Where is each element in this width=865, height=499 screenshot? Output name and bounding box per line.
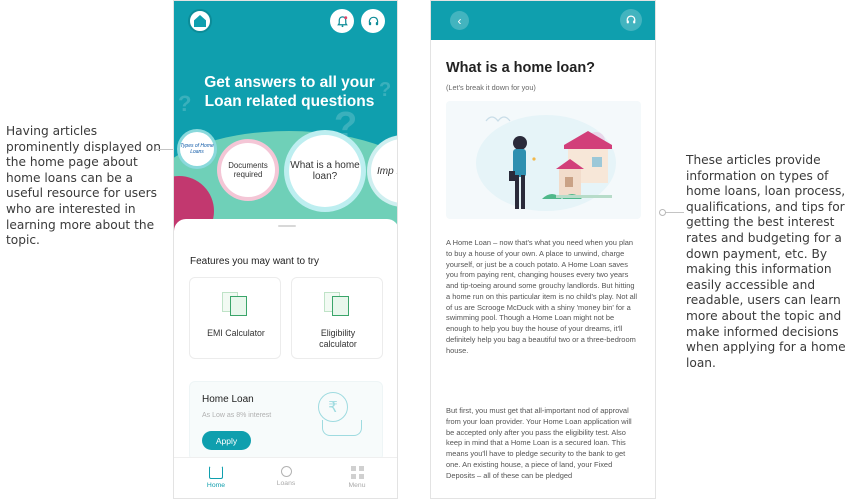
support-button[interactable] — [620, 9, 642, 31]
article-topbar: ‹ — [431, 1, 655, 40]
home-screen: ? ? ? Get answers to all your Loan relat… — [173, 0, 398, 499]
apply-button[interactable]: Apply — [202, 431, 251, 450]
hero-section: ? ? ? Get answers to all your Loan relat… — [174, 1, 397, 236]
right-connector — [664, 212, 684, 213]
support-button[interactable] — [361, 9, 385, 33]
topic-bubble-what-is-a-home-loan[interactable]: What is a home loan? — [289, 135, 361, 207]
right-connector-dot — [659, 209, 666, 216]
article-title: What is a home loan? — [446, 60, 596, 76]
chevron-left-icon: ‹ — [457, 13, 462, 28]
features-title: Features you may want to try — [190, 256, 319, 267]
home-icon — [209, 466, 223, 479]
right-annotation: These articles provide information on ty… — [686, 153, 846, 370]
nav-home[interactable]: Home — [186, 463, 246, 489]
hero-title: Get answers to all your Loan related que… — [204, 74, 375, 110]
back-button[interactable]: ‹ — [450, 11, 469, 30]
eligibility-calculator-card[interactable]: Eligibility calculator — [291, 277, 383, 359]
loan-card-subtitle: As Low as 8% interest — [202, 412, 272, 419]
sheet-handle[interactable] — [278, 225, 296, 227]
bell-icon — [336, 15, 348, 27]
nav-label: Loans — [276, 480, 296, 487]
hand-icon — [322, 420, 362, 436]
app-logo[interactable] — [188, 9, 212, 33]
feature-label: Eligibility calculator — [319, 328, 357, 349]
emi-calculator-card[interactable]: EMI Calculator — [189, 277, 281, 359]
notification-button[interactable] — [330, 9, 354, 33]
left-annotation: Having articles prominently displayed on… — [6, 124, 161, 248]
grid-icon — [350, 466, 364, 479]
loans-icon — [280, 466, 292, 477]
article-paragraph: A Home Loan – now that's what you need w… — [446, 238, 638, 355]
nav-label: Home — [206, 482, 226, 489]
topic-bubble-types-of-home-loans[interactable]: Types of Home Loans — [180, 132, 214, 166]
woman-with-house-illustration — [476, 115, 616, 211]
rupee-icon: ₹ — [318, 392, 348, 422]
article-screen: ‹ What is a home loan? (Let's break it d… — [430, 0, 656, 499]
nav-menu[interactable]: Menu — [327, 463, 387, 489]
bottom-navigation: Home Loans Menu — [174, 457, 397, 498]
home-loan-card[interactable]: Home Loan As Low as 8% interest Apply ₹ — [189, 381, 383, 461]
headset-icon — [368, 16, 378, 25]
features-sheet: Features you may want to try EMI Calcula… — [174, 219, 397, 461]
home-loan-illustration — [446, 101, 641, 219]
house-icon — [194, 15, 206, 27]
nav-loans[interactable]: Loans — [256, 463, 316, 487]
question-mark-decoration: ? — [178, 91, 192, 116]
article-subtitle: (Let's break it down for you) — [446, 83, 536, 92]
calculator-icon — [324, 292, 350, 316]
article-paragraph: But first, you must get that all-importa… — [446, 406, 632, 480]
nav-label: Menu — [348, 482, 366, 489]
loan-card-title: Home Loan — [202, 394, 254, 405]
feature-label: EMI Calculator — [207, 328, 265, 338]
topic-bubble-documents-required[interactable]: Documents required — [221, 143, 275, 197]
headset-icon — [626, 15, 636, 24]
calculator-icon — [222, 292, 248, 316]
